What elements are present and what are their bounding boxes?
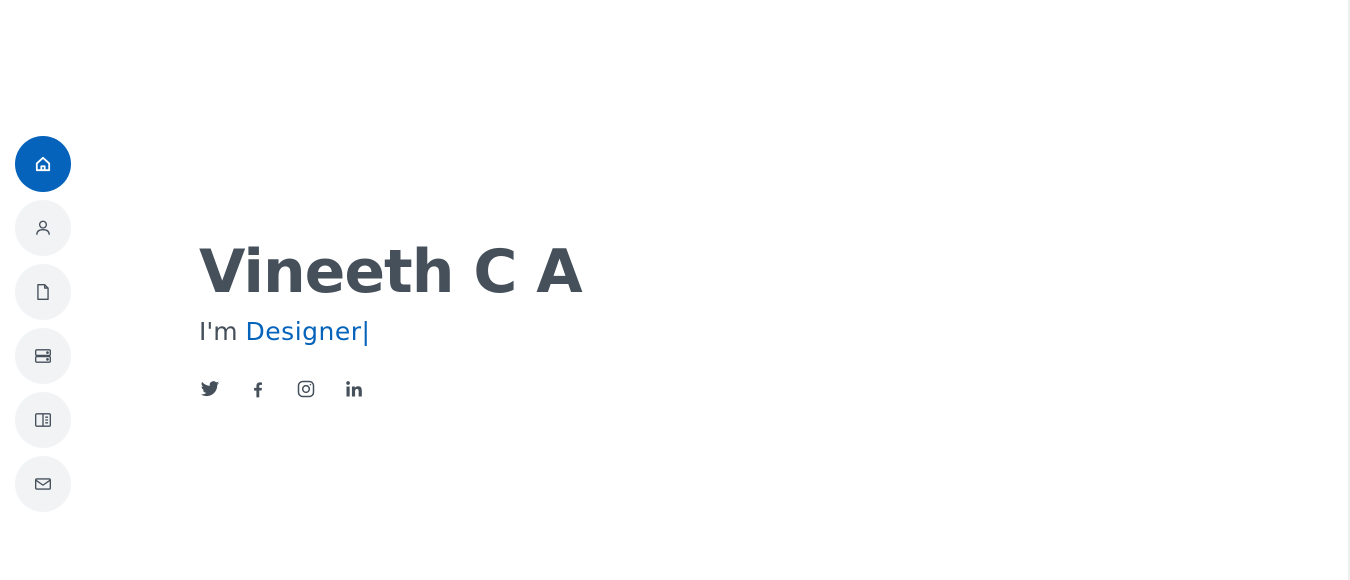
typing-cursor: | (361, 317, 370, 346)
nav-contact-button[interactable] (15, 456, 71, 512)
twitter-link[interactable] (199, 378, 221, 400)
social-links (199, 378, 582, 400)
instagram-link[interactable] (295, 378, 317, 400)
home-icon (35, 156, 51, 172)
facebook-link[interactable] (247, 378, 269, 400)
linkedin-link[interactable] (343, 378, 365, 400)
person-icon (36, 220, 50, 235)
hero-name: Vineeth C A (199, 237, 583, 307)
linkedin-icon (346, 381, 362, 397)
nav-home-button[interactable] (15, 136, 71, 192)
typed-role: Designer (245, 317, 362, 346)
nav-resume-button[interactable] (15, 264, 71, 320)
book-half-icon (35, 413, 51, 427)
tagline-prefix: I'm (199, 317, 246, 346)
envelope-icon (35, 478, 51, 490)
facebook-icon (254, 382, 262, 398)
hero-section: Vineeth C A I'm Designer| (199, 234, 583, 400)
nav-portfolio-button[interactable] (15, 392, 71, 448)
side-navigation (15, 136, 71, 512)
nav-services-button[interactable] (15, 328, 71, 384)
hero-tagline: I'm Designer| (199, 316, 582, 348)
page: Vineeth C A I'm Designer| (0, 0, 1350, 580)
server-icon (35, 349, 51, 363)
twitter-icon (200, 381, 220, 397)
file-icon (37, 284, 49, 300)
instagram-icon (297, 380, 315, 398)
nav-about-button[interactable] (15, 200, 71, 256)
